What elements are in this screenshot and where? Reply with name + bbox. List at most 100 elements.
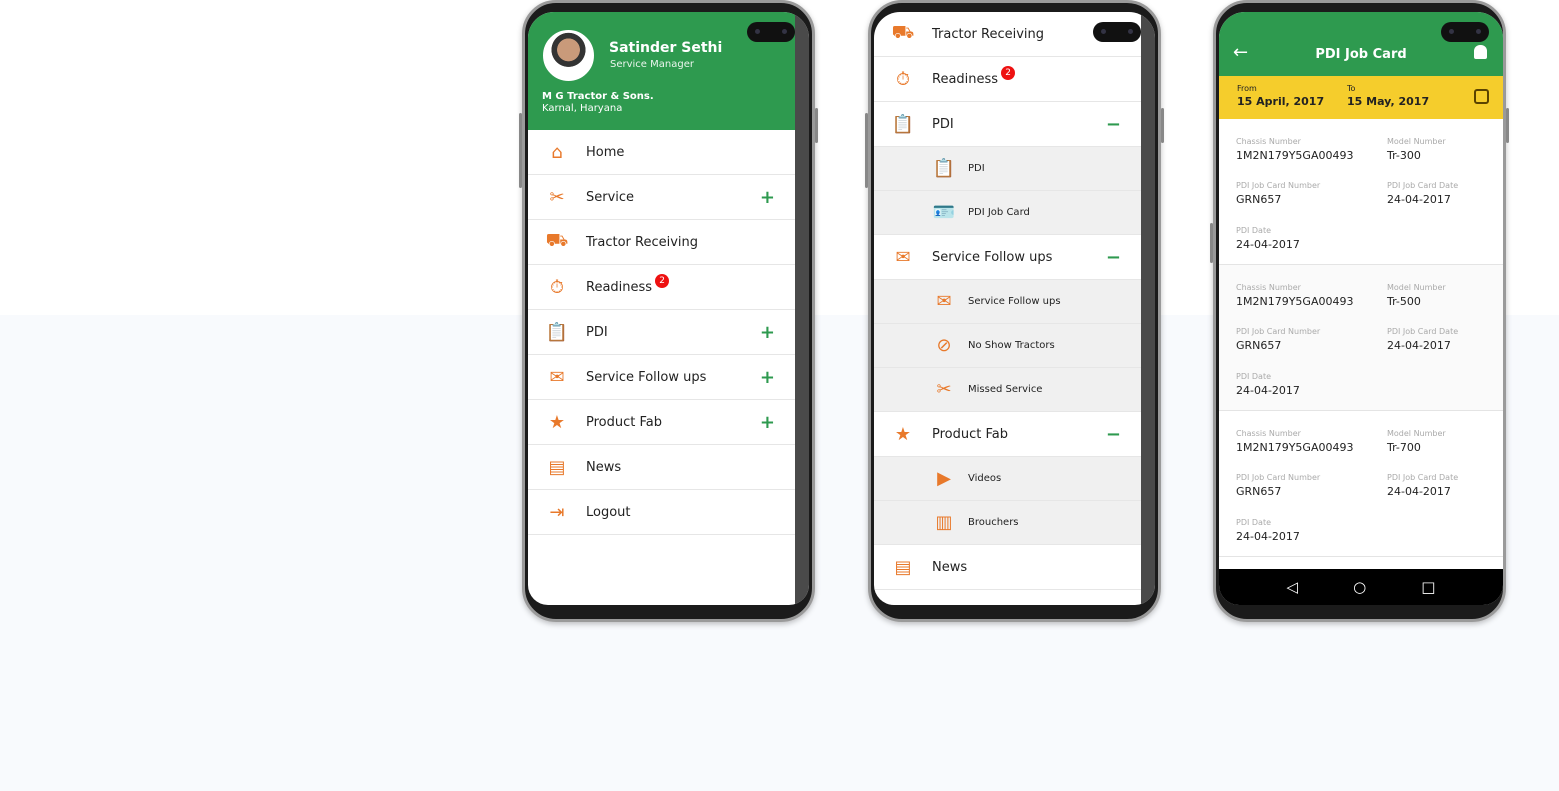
job_no-label: PDI Job Card Number	[1236, 473, 1321, 483]
menu-item-tractor-receiving[interactable]: ⛟ Tractor Receiving	[528, 220, 795, 265]
pdi_date-label: PDI Date	[1236, 517, 1272, 527]
newspaper-icon: ▤	[548, 456, 566, 478]
side-button	[1161, 108, 1164, 143]
pdi_date-value: 24-04-2017	[1236, 383, 1300, 397]
menu-item-service-follow-ups[interactable]: ✉ Service Follow ups +	[528, 355, 795, 400]
phone-menu: Satinder Sethi Service Manager M G Tract…	[519, 0, 818, 622]
submenu-icon: ▥	[935, 512, 953, 533]
menu-label: Service Follow ups	[586, 369, 707, 385]
job_date-value: 24-04-2017	[1387, 339, 1451, 353]
bell-icon[interactable]	[1474, 45, 1487, 59]
menu-item-home[interactable]: ⌂ Home	[528, 130, 795, 175]
scrollbar[interactable]	[795, 12, 809, 605]
job_no-value: GRN657	[1236, 339, 1282, 353]
job_date-value: 24-04-2017	[1387, 485, 1451, 499]
home-nav-icon[interactable]: ○	[1353, 578, 1366, 596]
expand-icon[interactable]: +	[760, 322, 775, 343]
menu-item-service-follow-ups[interactable]: ✉ Service Follow ups −	[874, 235, 1141, 280]
pdi_date-label: PDI Date	[1236, 225, 1272, 235]
submenu-label: Service Follow ups	[968, 296, 1061, 307]
expand-icon[interactable]: +	[760, 187, 775, 208]
date-range-bar[interactable]: From 15 April, 2017 To 15 May, 2017	[1219, 76, 1503, 119]
tools-icon: ✂	[549, 186, 565, 208]
submenu-icon: ▶	[937, 468, 951, 489]
submenu-label: Brouchers	[968, 517, 1019, 528]
from-label: From	[1237, 84, 1257, 93]
screen: Satinder Sethi Service Manager M G Tract…	[528, 12, 809, 605]
camera	[747, 22, 795, 42]
job-card[interactable]: Chassis Number 1M2N179Y5GA00493 Model Numb…	[1219, 411, 1503, 557]
collapse-icon[interactable]: −	[1106, 247, 1121, 268]
menu-label: Readiness	[586, 279, 653, 295]
menu-label: News	[932, 559, 968, 575]
menu-item-news[interactable]: ▤ News	[874, 545, 1141, 590]
notification-badge: 2	[655, 274, 670, 288]
side-button	[865, 113, 868, 188]
recents-nav-icon[interactable]: □	[1421, 578, 1435, 596]
menu-label: Product Fab	[586, 414, 662, 430]
menu-item-readiness[interactable]: ⏱ Readiness 2	[874, 57, 1141, 102]
menu-item-logout[interactable]: ⇥ Logout	[528, 490, 795, 535]
submenu-item-videos[interactable]: ▶ Videos	[874, 457, 1141, 501]
side-button	[1210, 223, 1213, 263]
submenu-item-brouchers[interactable]: ▥ Brouchers	[874, 501, 1141, 545]
menu-item-news[interactable]: ▤ News	[528, 445, 795, 490]
camera	[1441, 22, 1489, 42]
pdi_date-value: 24-04-2017	[1236, 529, 1300, 543]
phone-expanded-menu: ⛟ Tractor Receiving ⏱ Readiness 2 📋 PDI …	[865, 0, 1164, 622]
expand-icon[interactable]: +	[760, 367, 775, 388]
camera	[1093, 22, 1141, 42]
newspaper-icon: ▤	[894, 556, 912, 578]
user-role: Service Manager	[610, 59, 694, 70]
page-title: PDI Job Card	[1315, 47, 1407, 62]
from-date[interactable]: 15 April, 2017	[1237, 95, 1324, 108]
model-value: Tr-300	[1387, 149, 1421, 162]
menu-item-readiness[interactable]: ⏱ Readiness 2	[528, 265, 795, 310]
collapse-icon[interactable]: −	[1106, 424, 1121, 445]
submenu-item-no-show-tractors[interactable]: ⊘ No Show Tractors	[874, 324, 1141, 368]
menu-label: Readiness	[932, 71, 999, 87]
chassis-value: 1M2N179Y5GA00493	[1236, 149, 1354, 162]
submenu-icon: 📋	[932, 158, 956, 179]
menu-label: PDI	[932, 116, 954, 132]
menu-label: Tractor Receiving	[932, 26, 1045, 42]
job_date-value: 24-04-2017	[1387, 193, 1451, 207]
menu-item-service[interactable]: ✂ Service +	[528, 175, 795, 220]
to-label: To	[1347, 84, 1356, 93]
menu-item-product-fab[interactable]: ★ Product Fab +	[528, 400, 795, 445]
menu-item-pdi[interactable]: 📋 PDI −	[874, 102, 1141, 147]
model-label: Model Number	[1387, 137, 1446, 146]
expand-icon[interactable]: +	[760, 412, 775, 433]
menu-label: Tractor Receiving	[586, 234, 699, 250]
logout-icon: ⇥	[549, 501, 565, 523]
menu-item-pdi[interactable]: 📋 PDI +	[528, 310, 795, 355]
chassis-label: Chassis Number	[1236, 429, 1301, 438]
menu-label: PDI	[586, 324, 608, 340]
stopwatch-icon: ⏱	[549, 276, 565, 298]
job_no-value: GRN657	[1236, 485, 1282, 499]
collapse-icon[interactable]: −	[1106, 114, 1121, 135]
chassis-value: 1M2N179Y5GA00493	[1236, 295, 1354, 308]
job-card[interactable]: Chassis Number 1M2N179Y5GA00493 Model Numb…	[1219, 265, 1503, 411]
user-name: Satinder Sethi	[609, 40, 723, 56]
home-icon: ⌂	[551, 141, 563, 163]
screen: ← PDI Job Card From 15 April, 2017 To 15…	[1219, 12, 1503, 605]
calendar-icon[interactable]	[1474, 89, 1489, 104]
job_no-label: PDI Job Card Number	[1236, 181, 1321, 191]
chassis-value: 1M2N179Y5GA00493	[1236, 441, 1354, 454]
submenu-item-pdi[interactable]: 📋 PDI	[874, 147, 1141, 191]
submenu-item-missed-service[interactable]: ✂ Missed Service	[874, 368, 1141, 412]
dealer-name: M G Tractor & Sons.	[542, 91, 654, 102]
submenu-label: Missed Service	[968, 384, 1043, 395]
to-date[interactable]: 15 May, 2017	[1347, 95, 1429, 108]
submenu-item-service-follow-ups[interactable]: ✉ Service Follow ups	[874, 280, 1141, 324]
job-card[interactable]: Chassis Number 1M2N179Y5GA00493 Model Numb…	[1219, 119, 1503, 265]
back-nav-icon[interactable]: ◁	[1287, 578, 1299, 596]
submenu-item-pdi-job-card[interactable]: 🪪 PDI Job Card	[874, 191, 1141, 235]
chassis-label: Chassis Number	[1236, 137, 1301, 146]
star-bookmark-icon: ★	[548, 411, 566, 433]
job_no-value: GRN657	[1236, 193, 1282, 207]
scrollbar[interactable]	[1141, 12, 1155, 605]
menu-item-product-fab[interactable]: ★ Product Fab −	[874, 412, 1141, 457]
star-bookmark-icon: ★	[894, 423, 912, 445]
